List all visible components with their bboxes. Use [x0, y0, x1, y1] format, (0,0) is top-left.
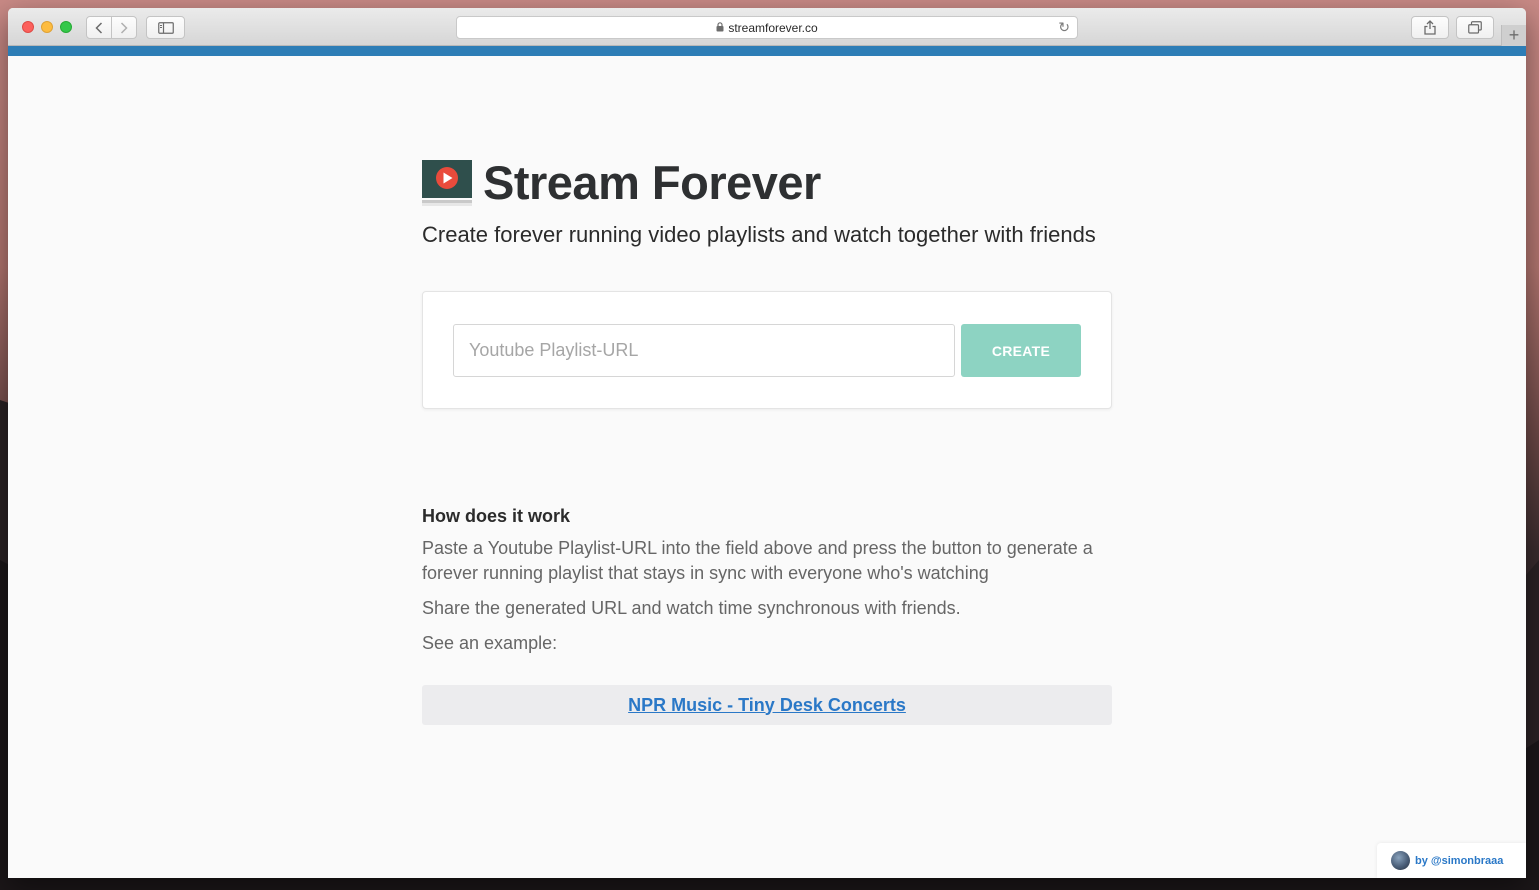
sidebar-icon	[157, 21, 174, 34]
share-text: Share the generated URL and watch time s…	[422, 598, 961, 618]
example-label: See an example:	[422, 633, 558, 653]
forward-button[interactable]	[111, 16, 137, 39]
reload-icon[interactable]: ↻	[1058, 19, 1070, 36]
how-it-works-heading: How does it work	[422, 506, 571, 526]
tagline: Create forever running video playlists a…	[422, 222, 1096, 247]
share-icon	[1424, 20, 1436, 35]
accent-bar	[8, 46, 1526, 56]
play-logo-icon	[422, 160, 472, 206]
fullscreen-window-button[interactable]	[60, 21, 72, 33]
playlist-url-input[interactable]	[453, 324, 955, 377]
back-button[interactable]	[86, 16, 112, 39]
plus-icon: +	[1508, 25, 1520, 45]
chevron-right-icon	[120, 21, 128, 34]
minimize-window-button[interactable]	[41, 21, 53, 33]
page-title: Stream Forever	[483, 156, 821, 209]
chevron-left-icon	[95, 21, 103, 34]
sidebar-toggle-button[interactable]	[146, 16, 185, 39]
address-text: streamforever.co	[728, 20, 818, 35]
create-form-card: CREATE	[422, 291, 1112, 409]
lock-icon	[716, 21, 724, 35]
tabs-overview-icon	[1468, 21, 1482, 34]
avatar	[1391, 851, 1410, 870]
browser-window: streamforever.co ↻ + Stream Forever Crea…	[8, 8, 1526, 878]
show-tabs-button[interactable]	[1456, 16, 1494, 39]
close-window-button[interactable]	[22, 21, 34, 33]
address-bar[interactable]: streamforever.co ↻	[456, 16, 1078, 39]
site-brand: Stream Forever	[422, 158, 821, 208]
create-button[interactable]: CREATE	[961, 324, 1081, 377]
example-playlist-link[interactable]: NPR Music - Tiny Desk Concerts	[628, 695, 906, 716]
author-credit[interactable]: by @simonbraaa	[1377, 843, 1526, 878]
new-tab-button[interactable]: +	[1501, 25, 1526, 46]
how-it-works-text: Paste a Youtube Playlist-URL into the fi…	[422, 538, 1093, 583]
share-button[interactable]	[1411, 16, 1449, 39]
author-credit-text: by @simonbraaa	[1415, 854, 1504, 867]
page-content: Stream Forever Create forever running vi…	[8, 56, 1526, 878]
example-box: NPR Music - Tiny Desk Concerts	[422, 685, 1112, 725]
browser-toolbar: streamforever.co ↻ +	[8, 8, 1526, 46]
